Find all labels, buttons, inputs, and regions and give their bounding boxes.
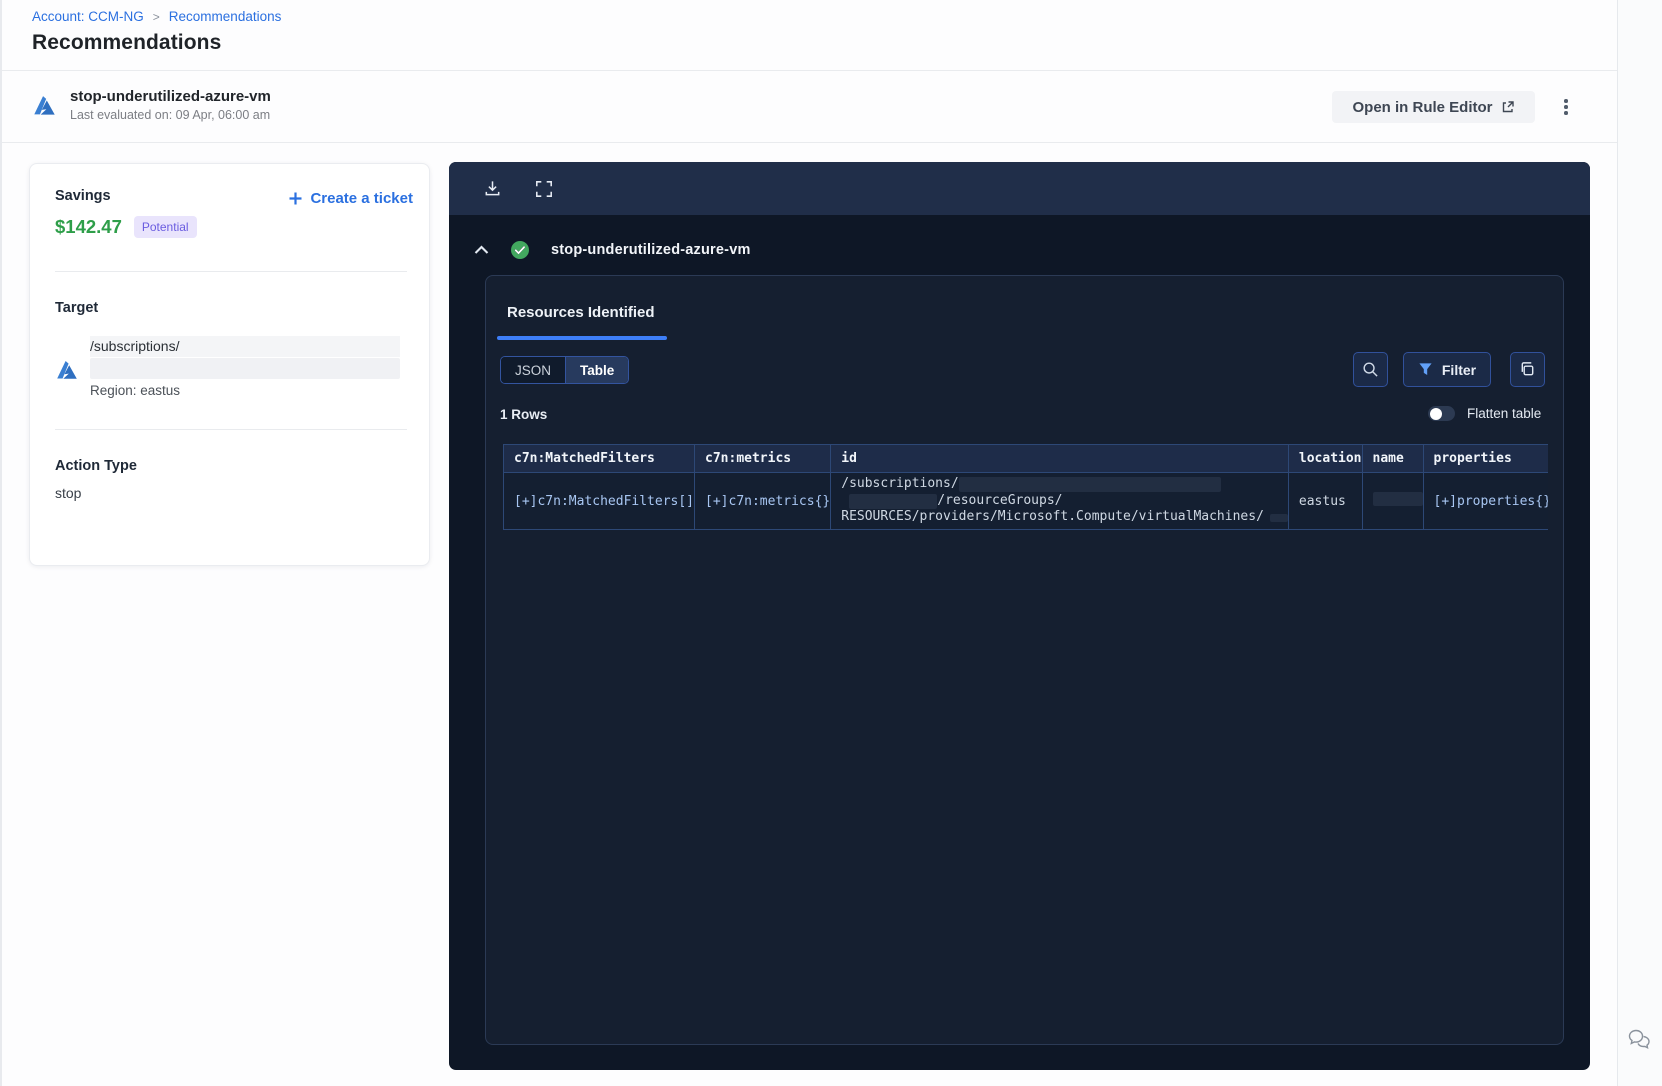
- target-path: /subscriptions/: [90, 336, 400, 357]
- create-ticket-label: Create a ticket: [310, 190, 413, 207]
- column-header-matchedfilters[interactable]: c7n:MatchedFilters: [503, 444, 696, 473]
- fullscreen-button[interactable]: [533, 178, 555, 200]
- view-toggle: JSON Table: [500, 356, 630, 384]
- breadcrumb: Account: CCM-NG > Recommendations: [32, 9, 281, 24]
- open-rule-editor-button[interactable]: Open in Rule Editor: [1332, 91, 1535, 123]
- rule-result-header: stop-underutilized-azure-vm: [474, 240, 751, 260]
- chevron-up-icon: [474, 245, 489, 254]
- rule-last-evaluated: Last evaluated on: 09 Apr, 06:00 am: [70, 108, 271, 122]
- target-region: Region: eastus: [90, 383, 181, 398]
- results-panel: stop-underutilized-azure-vm Resources Id…: [449, 162, 1590, 1070]
- breadcrumb-separator-icon: >: [152, 9, 160, 24]
- filter-button[interactable]: Filter: [1403, 352, 1491, 387]
- column-header-id[interactable]: id: [830, 444, 1289, 473]
- flatten-control: Flatten table: [1428, 406, 1541, 421]
- rule-name: stop-underutilized-azure-vm: [70, 88, 271, 105]
- plus-icon: [289, 192, 302, 205]
- resources-container: Resources Identified JSON Table Filter 1…: [485, 275, 1564, 1045]
- id-line2: /resourceGroups/: [937, 492, 1063, 508]
- card-divider2: [55, 429, 407, 430]
- collapse-button[interactable]: [474, 245, 489, 255]
- cell-matched-filters[interactable]: [+]c7n:MatchedFilters[]: [503, 472, 696, 530]
- cell-id[interactable]: /subscriptions/ /resourceGroups/ RESOURC…: [830, 472, 1289, 530]
- right-gutter: [1617, 0, 1662, 1086]
- savings-card: Savings Create a ticket $142.47 Potentia…: [29, 163, 430, 566]
- search-button[interactable]: [1353, 352, 1388, 387]
- cell-metrics[interactable]: [+]c7n:metrics{}: [694, 472, 832, 530]
- column-header-metrics[interactable]: c7n:metrics: [694, 444, 832, 473]
- resources-table: c7n:MatchedFilters c7n:metrics id locati…: [503, 444, 1548, 530]
- external-link-icon: [1502, 101, 1514, 113]
- cell-properties[interactable]: [+]properties{}: [1422, 472, 1548, 530]
- card-divider: [55, 271, 407, 272]
- action-type-value: stop: [55, 485, 82, 501]
- table-header-row: c7n:MatchedFilters c7n:metrics id locati…: [503, 444, 1548, 473]
- column-header-location[interactable]: location: [1287, 444, 1363, 473]
- download-button[interactable]: [481, 178, 503, 200]
- flatten-label: Flatten table: [1467, 406, 1542, 421]
- action-type-label: Action Type: [55, 458, 137, 474]
- support-chat-button[interactable]: [1627, 1026, 1654, 1055]
- azure-icon: [34, 95, 55, 115]
- open-rule-editor-label: Open in Rule Editor: [1352, 98, 1493, 116]
- column-header-properties[interactable]: properties: [1422, 444, 1548, 473]
- name-redacted: [1372, 492, 1423, 506]
- panel-toolbar: [449, 162, 1590, 215]
- flatten-toggle[interactable]: [1428, 406, 1455, 421]
- id-redacted-2: [849, 493, 938, 509]
- copy-button[interactable]: [1510, 352, 1545, 387]
- rows-count: 1 Rows: [500, 407, 548, 422]
- download-icon: [485, 181, 499, 196]
- target-redacted-id: [90, 358, 400, 379]
- savings-amount: $142.47: [55, 216, 122, 237]
- create-ticket-button[interactable]: Create a ticket: [288, 190, 413, 207]
- filter-icon: [1419, 363, 1432, 375]
- target-label: Target: [55, 300, 99, 316]
- breadcrumb-current-link[interactable]: Recommendations: [169, 9, 282, 24]
- recommendations-page: Account: CCM-NG > Recommendations Recomm…: [0, 0, 1662, 1086]
- filter-label: Filter: [1441, 361, 1477, 378]
- search-icon: [1363, 362, 1378, 377]
- copy-icon: [1521, 362, 1534, 376]
- view-toggle-table[interactable]: Table: [565, 357, 629, 383]
- tab-resources-identified[interactable]: Resources Identified: [507, 304, 655, 321]
- potential-badge: Potential: [133, 216, 197, 238]
- page-title: Recommendations: [32, 31, 222, 54]
- id-redacted-3: [1269, 513, 1288, 522]
- resources-table-wrapper: c7n:MatchedFilters c7n:metrics id locati…: [503, 444, 1548, 530]
- tab-active-underline: [497, 336, 667, 340]
- target-azure-icon: [57, 361, 77, 379]
- savings-label: Savings: [55, 188, 111, 204]
- more-options-button[interactable]: [1554, 95, 1578, 119]
- column-header-name[interactable]: name: [1361, 444, 1424, 473]
- rule-header: stop-underutilized-azure-vm Last evaluat…: [32, 88, 271, 122]
- view-toggle-json[interactable]: JSON: [501, 357, 566, 383]
- success-check-icon: [511, 241, 529, 259]
- id-redacted-1: [958, 477, 1221, 492]
- id-line3: RESOURCES/providers/Microsoft.Compute/vi…: [841, 509, 1264, 525]
- section-divider: [2, 142, 1617, 143]
- panel-rule-name: stop-underutilized-azure-vm: [551, 242, 751, 258]
- chat-bubbles-icon: [1628, 1029, 1650, 1049]
- header-divider: [2, 70, 1617, 71]
- breadcrumb-account-link[interactable]: Account: CCM-NG: [32, 9, 144, 24]
- cell-location[interactable]: eastus: [1287, 472, 1363, 530]
- id-line1: /subscriptions/: [841, 476, 959, 492]
- table-row: [+]c7n:MatchedFilters[] [+]c7n:metrics{}…: [503, 472, 1548, 530]
- cell-name[interactable]: [1361, 472, 1424, 530]
- fullscreen-icon: [536, 180, 552, 197]
